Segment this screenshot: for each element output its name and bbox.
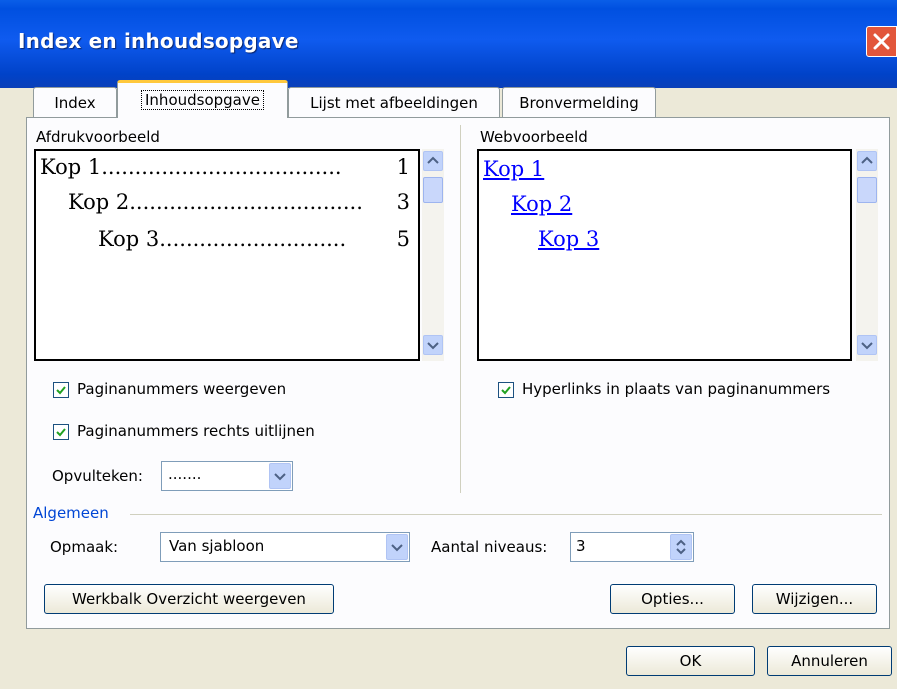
print-preview-scrollbar[interactable]: [422, 149, 444, 361]
window-title: Index en inhoudsopgave: [18, 29, 299, 53]
group-divider: [130, 514, 882, 515]
spinner-arrows-icon: [676, 539, 686, 555]
right-align-checkbox[interactable]: [53, 424, 69, 440]
general-group-label: Algemeen: [33, 504, 109, 522]
tab-leader-value: .......: [168, 465, 202, 483]
tab-leader-label: Opvulteken:: [52, 467, 143, 485]
show-page-numbers-checkbox[interactable]: [53, 382, 69, 398]
checkmark-icon: [56, 428, 66, 437]
web-link-kop-2[interactable]: Kop 2: [511, 192, 572, 216]
tab-label: Bronvermelding: [519, 94, 639, 112]
close-button[interactable]: [866, 26, 897, 57]
chevron-down-icon: [861, 342, 873, 350]
print-preview-box: Kop 1...................................…: [34, 149, 420, 361]
levels-spinner[interactable]: 3: [570, 532, 694, 562]
web-preview-scrollbar[interactable]: [856, 149, 878, 361]
toc-entry: Kop 3............................: [98, 227, 347, 251]
scroll-down-button[interactable]: [857, 335, 877, 355]
show-page-numbers-label[interactable]: Paginanummers weergeven: [77, 380, 286, 398]
tab-label: Lijst met afbeeldingen: [310, 94, 478, 112]
toc-page-number: 3: [396, 190, 410, 214]
tab-lijst-met-afbeeldingen[interactable]: Lijst met afbeeldingen: [288, 87, 500, 117]
toc-entry: Kop 2...................................: [68, 190, 363, 214]
format-select[interactable]: Van sjabloon: [160, 532, 410, 562]
web-preview-box: Kop 1 Kop 2 Kop 3: [477, 149, 852, 361]
hyperlinks-label[interactable]: Hyperlinks in plaats van paginanummers: [522, 380, 830, 398]
chevron-down-icon: [391, 544, 403, 552]
dropdown-button[interactable]: [269, 463, 291, 489]
options-button[interactable]: Opties...: [610, 584, 735, 614]
hyperlinks-checkbox[interactable]: [498, 382, 514, 398]
column-divider: [460, 125, 461, 493]
tab-leader-select[interactable]: .......: [161, 461, 293, 491]
chevron-up-icon: [861, 156, 873, 164]
scroll-down-button[interactable]: [423, 335, 443, 355]
modify-button[interactable]: Wijzigen...: [752, 584, 877, 614]
toc-page-number: 1: [396, 155, 410, 179]
scroll-thumb[interactable]: [857, 177, 877, 203]
tab-label: Index: [54, 94, 96, 112]
web-link-kop-3[interactable]: Kop 3: [538, 227, 599, 251]
scroll-thumb[interactable]: [423, 177, 443, 203]
format-label: Opmaak:: [50, 538, 119, 556]
scroll-up-button[interactable]: [857, 151, 877, 171]
web-preview-label: Webvoorbeeld: [480, 128, 588, 146]
levels-value: 3: [576, 537, 586, 555]
right-align-label[interactable]: Paginanummers rechts uitlijnen: [77, 422, 315, 440]
spinner-buttons[interactable]: [670, 534, 692, 560]
ok-button[interactable]: OK: [626, 646, 755, 676]
toc-page-number: 5: [396, 227, 410, 251]
tab-inhoudsopgave[interactable]: Inhoudsopgave: [117, 80, 288, 118]
chevron-down-icon: [274, 473, 286, 481]
checkmark-icon: [56, 386, 66, 395]
chevron-down-icon: [427, 342, 439, 350]
toc-entry: Kop 1...................................…: [40, 155, 342, 179]
levels-label: Aantal niveaus:: [431, 538, 548, 556]
scroll-up-button[interactable]: [423, 151, 443, 171]
tab-index[interactable]: Index: [33, 87, 117, 117]
format-value: Van sjabloon: [169, 537, 265, 555]
outline-toolbar-button[interactable]: Werkbalk Overzicht weergeven: [44, 584, 334, 614]
print-preview-label: Afdrukvoorbeeld: [36, 128, 160, 146]
dropdown-button[interactable]: [386, 534, 408, 560]
cancel-button[interactable]: Annuleren: [767, 646, 892, 676]
web-link-kop-1[interactable]: Kop 1: [483, 157, 544, 181]
tab-bronvermelding[interactable]: Bronvermelding: [502, 87, 656, 117]
chevron-up-icon: [427, 156, 439, 164]
tab-label: Inhoudsopgave: [141, 90, 264, 110]
checkmark-icon: [501, 386, 511, 395]
close-icon: [873, 33, 890, 50]
